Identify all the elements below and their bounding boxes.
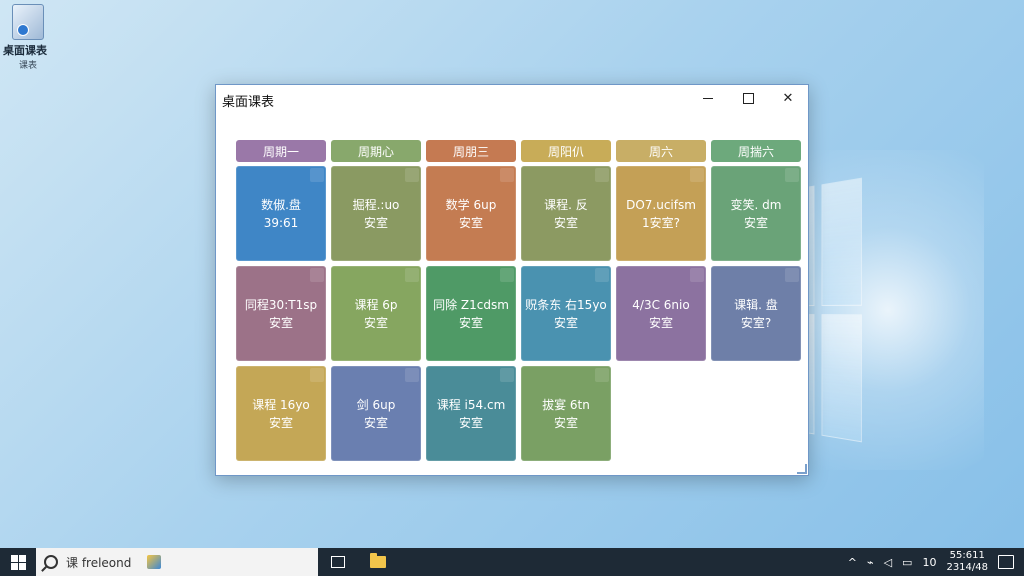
chevron-up-icon[interactable]: ^ bbox=[848, 556, 857, 569]
search-text: 课 freleond bbox=[66, 555, 132, 570]
search-icon bbox=[44, 555, 58, 569]
class-cell[interactable]: 4/3C 6nio 安室 bbox=[616, 266, 706, 361]
close-button[interactable]: ✕ bbox=[768, 85, 808, 111]
class-cell[interactable]: 变笑. dm 安室 bbox=[711, 166, 801, 261]
clock-time: 55:611 bbox=[949, 550, 985, 561]
day-header-row: 周期一 周期心 周朋三 周阳仈 周六 周揣六 bbox=[236, 140, 801, 162]
day-header: 周六 bbox=[616, 140, 706, 162]
class-room: 安室? bbox=[740, 315, 772, 330]
class-name: 同程30:T1sp bbox=[244, 297, 318, 312]
file-explorer-button[interactable] bbox=[358, 548, 398, 576]
class-cell[interactable]: 贶条东 右15yo 安室 bbox=[521, 266, 611, 361]
class-room: 安室 bbox=[363, 315, 388, 330]
tray-number: 10 bbox=[922, 555, 937, 569]
class-room: 安室 bbox=[458, 315, 483, 330]
class-cells: 数俶.盘 39:61 掘程.:uo 安室 数学 6up 安室 课程. 反安室 DO7.… bbox=[236, 166, 801, 461]
class-cell[interactable]: 剑 6up 安室 bbox=[331, 366, 421, 461]
task-view-icon bbox=[331, 556, 345, 568]
day-header: 周朋三 bbox=[426, 140, 516, 162]
class-room: 安室 bbox=[363, 215, 388, 230]
class-cell[interactable]: 课辑. 盘安室? bbox=[711, 266, 801, 361]
class-cell[interactable]: 课程 i54.cm 安室 bbox=[426, 366, 516, 461]
class-room: 1安室? bbox=[641, 215, 680, 230]
class-name: 4/3C 6nio bbox=[632, 297, 690, 312]
app-icon bbox=[12, 4, 44, 40]
clock[interactable]: 55:611 2314/48 bbox=[946, 550, 988, 574]
desktop-icon-label: 桌面课表 bbox=[3, 44, 47, 57]
class-room: 安室 bbox=[553, 415, 578, 430]
class-name: 课程 16yo bbox=[252, 397, 310, 412]
class-name: 同除 Z1cdsm bbox=[433, 297, 509, 312]
class-name: DO7.ucifsm bbox=[626, 197, 696, 212]
system-tray: ^ ⌁ ◁ ▭ 10 55:611 2314/48 bbox=[848, 548, 1024, 576]
class-cell[interactable]: 同除 Z1cdsm 安室 bbox=[426, 266, 516, 361]
speaker-icon[interactable]: ◁ bbox=[884, 556, 892, 569]
class-name: 变笑. dm bbox=[730, 197, 782, 212]
taskbar-search-box[interactable]: 课 freleond bbox=[36, 548, 318, 576]
schedule-window: 桌面课表 ✕ 周期一 周期心 周朋三 周阳仈 周六 周揣六 数俶.盘 39:61 … bbox=[215, 84, 809, 476]
class-name: 课程. 反 bbox=[544, 197, 588, 212]
class-name: 掘程.:uo bbox=[352, 197, 400, 212]
battery-icon[interactable]: ▭ bbox=[902, 556, 912, 569]
start-button[interactable] bbox=[0, 548, 36, 576]
day-header: 周揣六 bbox=[711, 140, 801, 162]
clock-date: 2314/48 bbox=[946, 562, 988, 573]
class-cell[interactable]: 数学 6up 安室 bbox=[426, 166, 516, 261]
class-name: 数学 6up bbox=[445, 197, 497, 212]
day-header: 周期心 bbox=[331, 140, 421, 162]
day-header: 周阳仈 bbox=[521, 140, 611, 162]
minimize-button[interactable] bbox=[688, 85, 728, 111]
class-cell[interactable]: 课程. 反安室 bbox=[521, 166, 611, 261]
maximize-icon bbox=[742, 92, 754, 104]
taskbar: 课 freleond ^ ⌁ ◁ ▭ 10 55:611 2314/48 bbox=[0, 548, 1024, 576]
desktop-icon-sublabel: 课表 bbox=[18, 61, 37, 71]
class-name: 拔宴 6tn bbox=[542, 397, 590, 412]
class-name: 贶条东 右15yo bbox=[525, 297, 607, 312]
class-cell[interactable]: 课程 16yo 安室 bbox=[236, 366, 326, 461]
task-view-button[interactable] bbox=[318, 548, 358, 576]
class-room: 39:61 bbox=[263, 215, 299, 230]
class-room: 安室 bbox=[458, 415, 483, 430]
class-cell[interactable]: 课程 6p 安室 bbox=[331, 266, 421, 361]
class-room: 安室 bbox=[553, 215, 578, 230]
search-app-icon bbox=[147, 555, 162, 569]
schedule-grid: 周期一 周期心 周朋三 周阳仈 周六 周揣六 数俶.盘 39:61 掘程.:uo 安… bbox=[236, 140, 801, 461]
class-name: 课程 i54.cm bbox=[436, 397, 506, 412]
class-room: 安室 bbox=[363, 415, 388, 430]
class-cell[interactable]: 拔宴 6tn 安室 bbox=[521, 366, 611, 461]
resize-grip-icon[interactable] bbox=[797, 464, 807, 474]
class-room: 安室 bbox=[268, 415, 293, 430]
window-controls: ✕ bbox=[688, 85, 808, 111]
class-cell[interactable]: DO7.ucifsm 1安室? bbox=[616, 166, 706, 261]
class-cell[interactable]: 数俶.盘 39:61 bbox=[236, 166, 326, 261]
windows-start-icon bbox=[10, 554, 26, 570]
notification-icon[interactable] bbox=[998, 555, 1014, 569]
day-header: 周期一 bbox=[236, 140, 326, 162]
class-name: 数俶.盘 bbox=[261, 197, 301, 212]
network-icon[interactable]: ⌁ bbox=[867, 556, 874, 569]
folder-icon bbox=[370, 553, 386, 568]
close-icon: ✕ bbox=[782, 90, 794, 106]
desktop-icon-schedule[interactable]: 桌面课表 课表 bbox=[3, 4, 48, 71]
class-cell[interactable]: 同程30:T1sp 安室 bbox=[236, 266, 326, 361]
class-cell[interactable]: 掘程.:uo 安室 bbox=[331, 166, 421, 261]
window-title: 桌面课表 bbox=[222, 95, 275, 110]
title-bar[interactable]: 桌面课表 ✕ bbox=[216, 85, 808, 113]
class-name: 课辑. 盘 bbox=[734, 297, 778, 312]
class-room: 安室 bbox=[268, 315, 293, 330]
class-name: 剑 6up bbox=[356, 397, 396, 412]
class-room: 安室 bbox=[743, 215, 768, 230]
minimize-icon bbox=[703, 97, 713, 99]
class-room: 安室 bbox=[648, 315, 673, 330]
class-room: 安室 bbox=[458, 215, 483, 230]
class-room: 安室 bbox=[553, 315, 578, 330]
class-name: 课程 6p bbox=[354, 297, 398, 312]
maximize-button[interactable] bbox=[728, 85, 768, 111]
